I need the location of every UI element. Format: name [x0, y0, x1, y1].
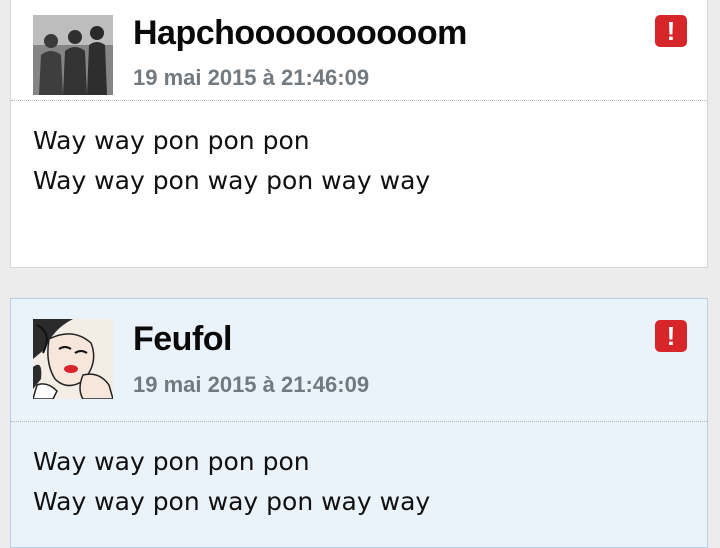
post-text-line: Way way pon way pon way way — [33, 487, 431, 516]
avatar[interactable] — [33, 319, 113, 399]
post-text-line: Way way pon way pon way way — [33, 166, 431, 195]
avatar-image — [33, 319, 113, 399]
post-date: 19 mai 2015 à 21:46:09 — [133, 65, 370, 90]
post-header: Feufol 19 mai 2015 à 21:46:09 ! — [11, 299, 707, 422]
post-header: Hapchoooooooooom 19 mai 2015 à 21:46:09 … — [11, 0, 707, 101]
author-name[interactable]: Feufol — [133, 319, 232, 359]
message-post: Hapchoooooooooom 19 mai 2015 à 21:46:09 … — [10, 0, 708, 268]
post-date: 19 mai 2015 à 21:46:09 — [133, 372, 370, 397]
report-alert-icon[interactable]: ! — [655, 15, 687, 47]
post-content: Way way pon pon pon Way way pon way pon … — [11, 101, 707, 201]
post-text-line: Way way pon pon pon — [33, 126, 310, 155]
post-text-line: Way way pon pon pon — [33, 447, 310, 476]
post-content: Way way pon pon pon Way way pon way pon … — [11, 422, 707, 522]
avatar[interactable] — [33, 15, 113, 95]
message-post-highlighted: Feufol 19 mai 2015 à 21:46:09 ! Way way … — [10, 298, 708, 548]
report-alert-icon[interactable]: ! — [655, 320, 687, 352]
author-name[interactable]: Hapchoooooooooom — [133, 13, 467, 53]
avatar-image — [33, 15, 113, 95]
